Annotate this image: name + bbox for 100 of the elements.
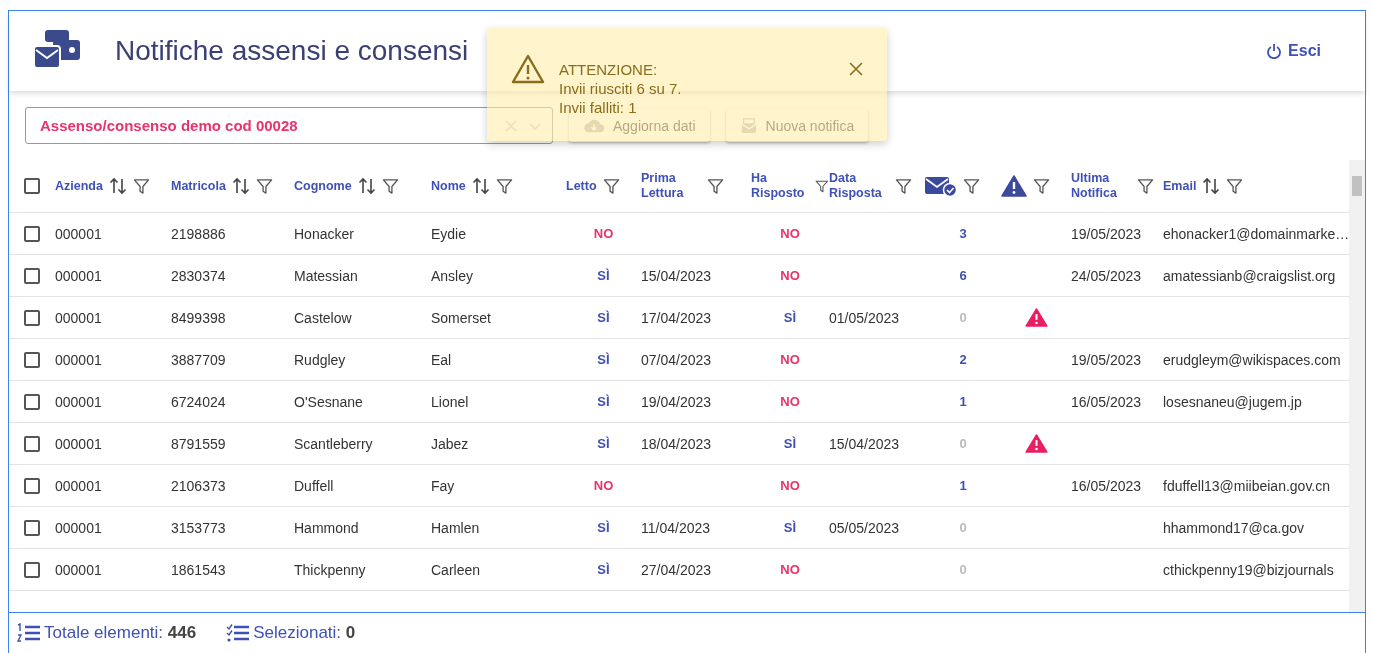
table-row[interactable]: 000001 1861543 Thickpenny Carleen SÌ 27/04/2023 NO 0 cthickpenny19@bizjournals <box>9 549 1350 591</box>
table-row[interactable]: 000001 6724024 O'Sesnane Lionel SÌ 19/04/2023 NO 1 16/05/2023 losesnaneu@jugem.jp <box>9 381 1350 423</box>
read-status: NO <box>593 478 614 493</box>
row-checkbox[interactable] <box>24 393 40 410</box>
reply-status: SÌ <box>783 436 797 451</box>
power-icon[interactable] <box>1266 43 1283 59</box>
table-cell: 27/04/2023 <box>641 561 712 578</box>
table-cell: 8499398 <box>171 309 226 326</box>
column-header[interactable]: Ultima Notifica <box>1071 171 1131 201</box>
checklist-icon <box>226 623 251 643</box>
table-cell: Jabez <box>431 435 469 452</box>
table-cell: Eal <box>431 351 452 368</box>
logout-button[interactable]: Esci <box>1262 38 1325 64</box>
close-icon[interactable] <box>849 62 863 76</box>
filter-icon[interactable] <box>963 177 980 195</box>
table-cell: 6724024 <box>171 393 226 410</box>
warning-icon <box>1001 175 1027 197</box>
table-cell: 01/05/2023 <box>829 309 900 326</box>
row-checkbox[interactable] <box>24 477 40 494</box>
email-cell: losesnaneu@jugem.jp <box>1163 393 1302 410</box>
column-header[interactable]: Nome <box>431 178 466 194</box>
column-header[interactable]: Ha Risposto <box>751 171 810 201</box>
column-header[interactable]: Email <box>1163 178 1197 194</box>
table-cell: Carleen <box>431 561 481 578</box>
sort-icon[interactable] <box>231 177 250 195</box>
table-cell: 000001 <box>55 267 102 284</box>
reply-status: NO <box>780 478 800 493</box>
column-header[interactable]: Prima Lettura <box>641 171 701 201</box>
table-cell: 19/05/2023 <box>1071 351 1142 368</box>
notification-count: 0 <box>959 436 967 451</box>
table-cell: 000001 <box>55 393 102 410</box>
table-cell: Hamlen <box>431 519 480 536</box>
row-checkbox[interactable] <box>24 519 40 536</box>
table-cell: 000001 <box>55 351 102 368</box>
column-header[interactable]: Letto <box>566 178 597 194</box>
table-row[interactable]: 000001 8791559 Scantleberry Jabez SÌ 18/04/2023 SÌ 15/04/2023 0 <box>9 423 1350 465</box>
filter-icon[interactable] <box>495 177 513 195</box>
sort-icon[interactable] <box>357 177 376 195</box>
select-all-checkbox[interactable] <box>24 178 40 194</box>
table-row[interactable]: 000001 8499398 Castelow Somerset SÌ 17/04/2023 SÌ 01/05/2023 0 <box>9 297 1350 339</box>
table-cell: 2830374 <box>171 267 226 284</box>
table-row[interactable]: 000001 3153773 Hammond Hamlen SÌ 11/04/2023 SÌ 05/05/2023 0 hhammond17@ca.gov <box>9 507 1350 549</box>
table-row[interactable]: 000001 2830374 Matessian Ansley SÌ 15/04/2023 NO 6 24/05/2023 amatessianb@craigslist.org <box>9 255 1350 297</box>
table-cell: Matessian <box>294 267 358 284</box>
table-cell: 000001 <box>55 561 102 578</box>
filter-icon[interactable] <box>381 177 399 195</box>
notification-count: 1 <box>959 394 967 409</box>
table-cell: 000001 <box>55 435 102 452</box>
column-header[interactable]: Azienda <box>55 178 103 194</box>
notification-count: 0 <box>959 310 967 325</box>
row-checkbox[interactable] <box>24 225 40 242</box>
table-cell: Hammond <box>294 519 359 536</box>
filter-icon[interactable] <box>1033 177 1050 195</box>
filter-icon[interactable] <box>602 177 620 195</box>
table-cell: 15/04/2023 <box>829 435 900 452</box>
read-status: SÌ <box>597 268 610 283</box>
column-header[interactable]: Data Risposta <box>829 171 889 201</box>
filter-icon[interactable] <box>1137 177 1154 195</box>
filter-icon[interactable] <box>132 177 150 195</box>
table-cell: 2198886 <box>171 225 226 242</box>
sort-icon[interactable] <box>108 177 127 195</box>
table-cell: Scantleberry <box>294 435 373 452</box>
filter-icon[interactable] <box>1226 177 1244 195</box>
notification-count: 0 <box>959 520 967 535</box>
reply-status: NO <box>780 352 800 367</box>
sort-icon[interactable] <box>1202 177 1221 195</box>
column-header[interactable]: Cognome <box>294 178 352 194</box>
read-status: SÌ <box>597 436 610 451</box>
row-checkbox[interactable] <box>24 561 40 578</box>
table-cell: 24/05/2023 <box>1071 267 1142 284</box>
column-header[interactable]: Matricola <box>171 178 226 194</box>
email-cell: cthickpenny19@bizjournals <box>1163 561 1334 578</box>
table-row[interactable]: 000001 2106373 Duffell Fay NO NO 1 16/05/2023 fduffell13@miibeian.gov.cn <box>9 465 1350 507</box>
table-cell: 19/04/2023 <box>641 393 712 410</box>
read-status: SÌ <box>597 520 610 535</box>
filter-icon[interactable] <box>255 177 273 195</box>
total-items-label: Totale elementi: 446 <box>44 623 197 643</box>
read-status: SÌ <box>597 562 610 577</box>
filter-icon[interactable] <box>707 177 724 195</box>
table-cell: Eydie <box>431 225 467 242</box>
table-cell: 17/04/2023 <box>641 309 712 326</box>
filter-icon[interactable] <box>895 177 912 195</box>
reply-status: NO <box>780 268 800 283</box>
email-cell: amatessianb@craigslist.org <box>1163 267 1336 284</box>
table-row[interactable]: 000001 3887709 Rudgley Eal SÌ 07/04/2023 NO 2 19/05/2023 erudgleym@wikispaces.com <box>9 339 1350 381</box>
table-cell: Castelow <box>294 309 352 326</box>
table-row[interactable]: 000001 2198886 Honacker Eydie NO NO 3 19/05/2023 ehonacker1@domainmarke… <box>9 213 1350 255</box>
row-checkbox[interactable] <box>24 435 40 452</box>
sort-icon[interactable] <box>471 177 490 195</box>
scrollbar[interactable] <box>1349 160 1366 612</box>
email-cell: ehonacker1@domainmarke… <box>1163 225 1350 242</box>
table-cell: Ansley <box>431 267 474 284</box>
table-cell: 000001 <box>55 309 102 326</box>
table-cell: 11/04/2023 <box>641 519 711 536</box>
row-checkbox[interactable] <box>24 351 40 368</box>
row-checkbox[interactable] <box>24 309 40 326</box>
table-cell: 3887709 <box>171 351 226 368</box>
notification-count: 1 <box>959 478 967 493</box>
table-cell: Duffell <box>294 477 334 494</box>
row-checkbox[interactable] <box>24 267 40 284</box>
